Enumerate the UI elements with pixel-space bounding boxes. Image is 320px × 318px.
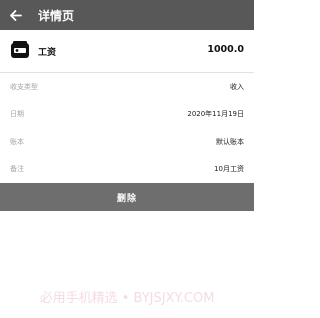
arrow-left-icon [9, 9, 22, 21]
wallet-icon [11, 41, 29, 58]
detail-value: 默认账本 [216, 137, 244, 146]
detail-list: 收支类型 收入 日期 2020年11月19日 账本 默认账本 备注 10月工资 [0, 73, 254, 183]
detail-row-book: 账本 默认账本 [0, 128, 254, 156]
detail-row-date: 日期 2020年11月19日 [0, 101, 254, 129]
record-summary: 工资 1000.0 [0, 30, 254, 72]
category-name: 工资 [38, 48, 57, 58]
detail-value: 收入 [230, 82, 244, 91]
detail-value: 10月工资 [214, 165, 244, 174]
detail-row-note: 备注 10月工资 [0, 156, 254, 184]
app-bar: 详情页 [0, 0, 254, 30]
detail-label: 收支类型 [10, 82, 38, 91]
detail-row-type: 收支类型 收入 [0, 73, 254, 101]
detail-label: 日期 [10, 110, 24, 119]
delete-button[interactable]: 删除 [0, 183, 254, 211]
detail-label: 备注 [10, 165, 24, 174]
back-button[interactable] [0, 0, 30, 30]
detail-value: 2020年11月19日 [187, 110, 244, 119]
watermark: 必用手机精选 • BYJSJXY.COM [39, 291, 215, 306]
detail-label: 账本 [10, 137, 24, 146]
page-title: 详情页 [38, 8, 75, 23]
amount-value: 1000.0 [207, 44, 244, 55]
